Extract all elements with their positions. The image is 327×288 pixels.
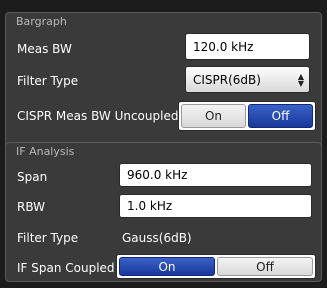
- if-span-coupled-off-option[interactable]: Off: [217, 257, 313, 276]
- cispr-uncoupled-on-option[interactable]: On: [181, 104, 246, 128]
- if-span-coupled-toggle[interactable]: On Off: [116, 254, 316, 279]
- if-filter-type-label: Filter Type: [17, 231, 79, 245]
- if-span-coupled-on-option[interactable]: On: [119, 257, 215, 276]
- filter-type-value: CISPR(6dB): [193, 72, 261, 87]
- if-analysis-title: IF Analysis: [16, 145, 75, 158]
- bargraph-title: Bargraph: [16, 15, 67, 28]
- rbw-label: RBW: [17, 200, 46, 214]
- meas-bw-label: Meas BW: [17, 42, 72, 56]
- meas-bw-value: 120.0 kHz: [193, 39, 254, 54]
- cispr-uncoupled-off-option[interactable]: Off: [248, 104, 313, 128]
- span-field[interactable]: 960.0 kHz: [119, 163, 312, 187]
- cispr-uncoupled-label: CISPR Meas BW Uncoupled: [17, 109, 179, 123]
- meas-bw-field[interactable]: 120.0 kHz: [185, 33, 310, 60]
- rbw-value: 1.0 kHz: [127, 199, 173, 213]
- if-analysis-panel: IF Analysis Span 960.0 kHz RBW 1.0 kHz F…: [5, 142, 322, 282]
- if-filter-type-value: Gauss(6dB): [122, 231, 192, 245]
- bargraph-panel: Bargraph Meas BW 120.0 kHz Filter Type C…: [5, 12, 322, 161]
- filter-type-label: Filter Type: [17, 74, 79, 88]
- cispr-uncoupled-toggle[interactable]: On Off: [178, 101, 316, 131]
- filter-type-select[interactable]: CISPR(6dB) ▲ ▼: [185, 66, 310, 93]
- span-label: Span: [17, 170, 48, 184]
- span-value: 960.0 kHz: [127, 168, 188, 182]
- rbw-field[interactable]: 1.0 kHz: [119, 194, 312, 218]
- if-span-coupled-label: IF Span Coupled: [17, 261, 115, 275]
- updown-arrow-icon: ▲ ▼: [297, 71, 304, 88]
